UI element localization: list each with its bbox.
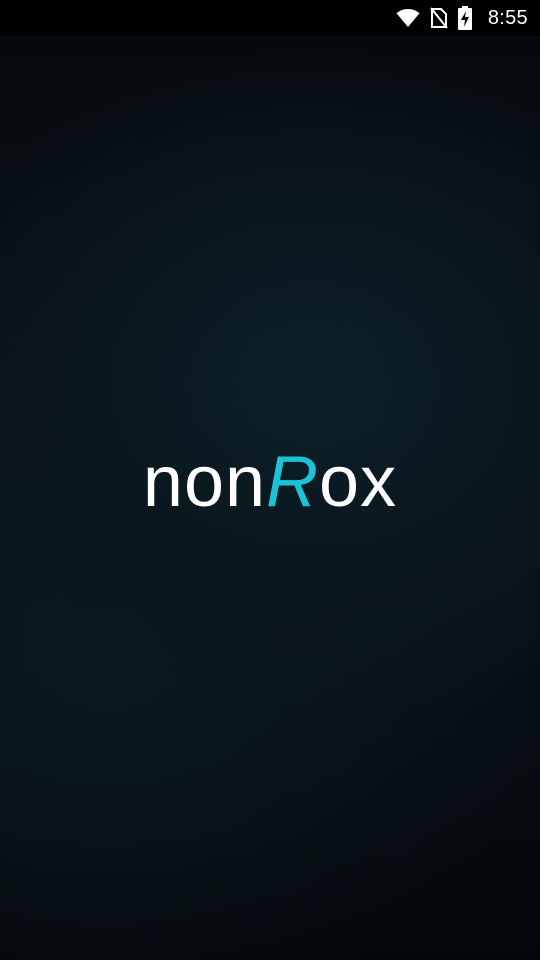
no-sim-icon xyxy=(430,7,448,29)
splash-screen: 8:55 nonRox xyxy=(0,0,540,960)
status-time: 8:55 xyxy=(487,6,528,29)
app-logo: nonRox xyxy=(0,438,540,526)
wifi-icon xyxy=(396,8,420,28)
logo-accent-letter: R xyxy=(266,442,320,522)
logo-text-part1: non xyxy=(142,442,267,522)
status-icons: 8:55 xyxy=(396,0,528,36)
battery-charging-icon xyxy=(457,6,472,30)
logo-text-part2: ox xyxy=(319,442,398,522)
status-bar: 8:55 xyxy=(0,0,540,36)
